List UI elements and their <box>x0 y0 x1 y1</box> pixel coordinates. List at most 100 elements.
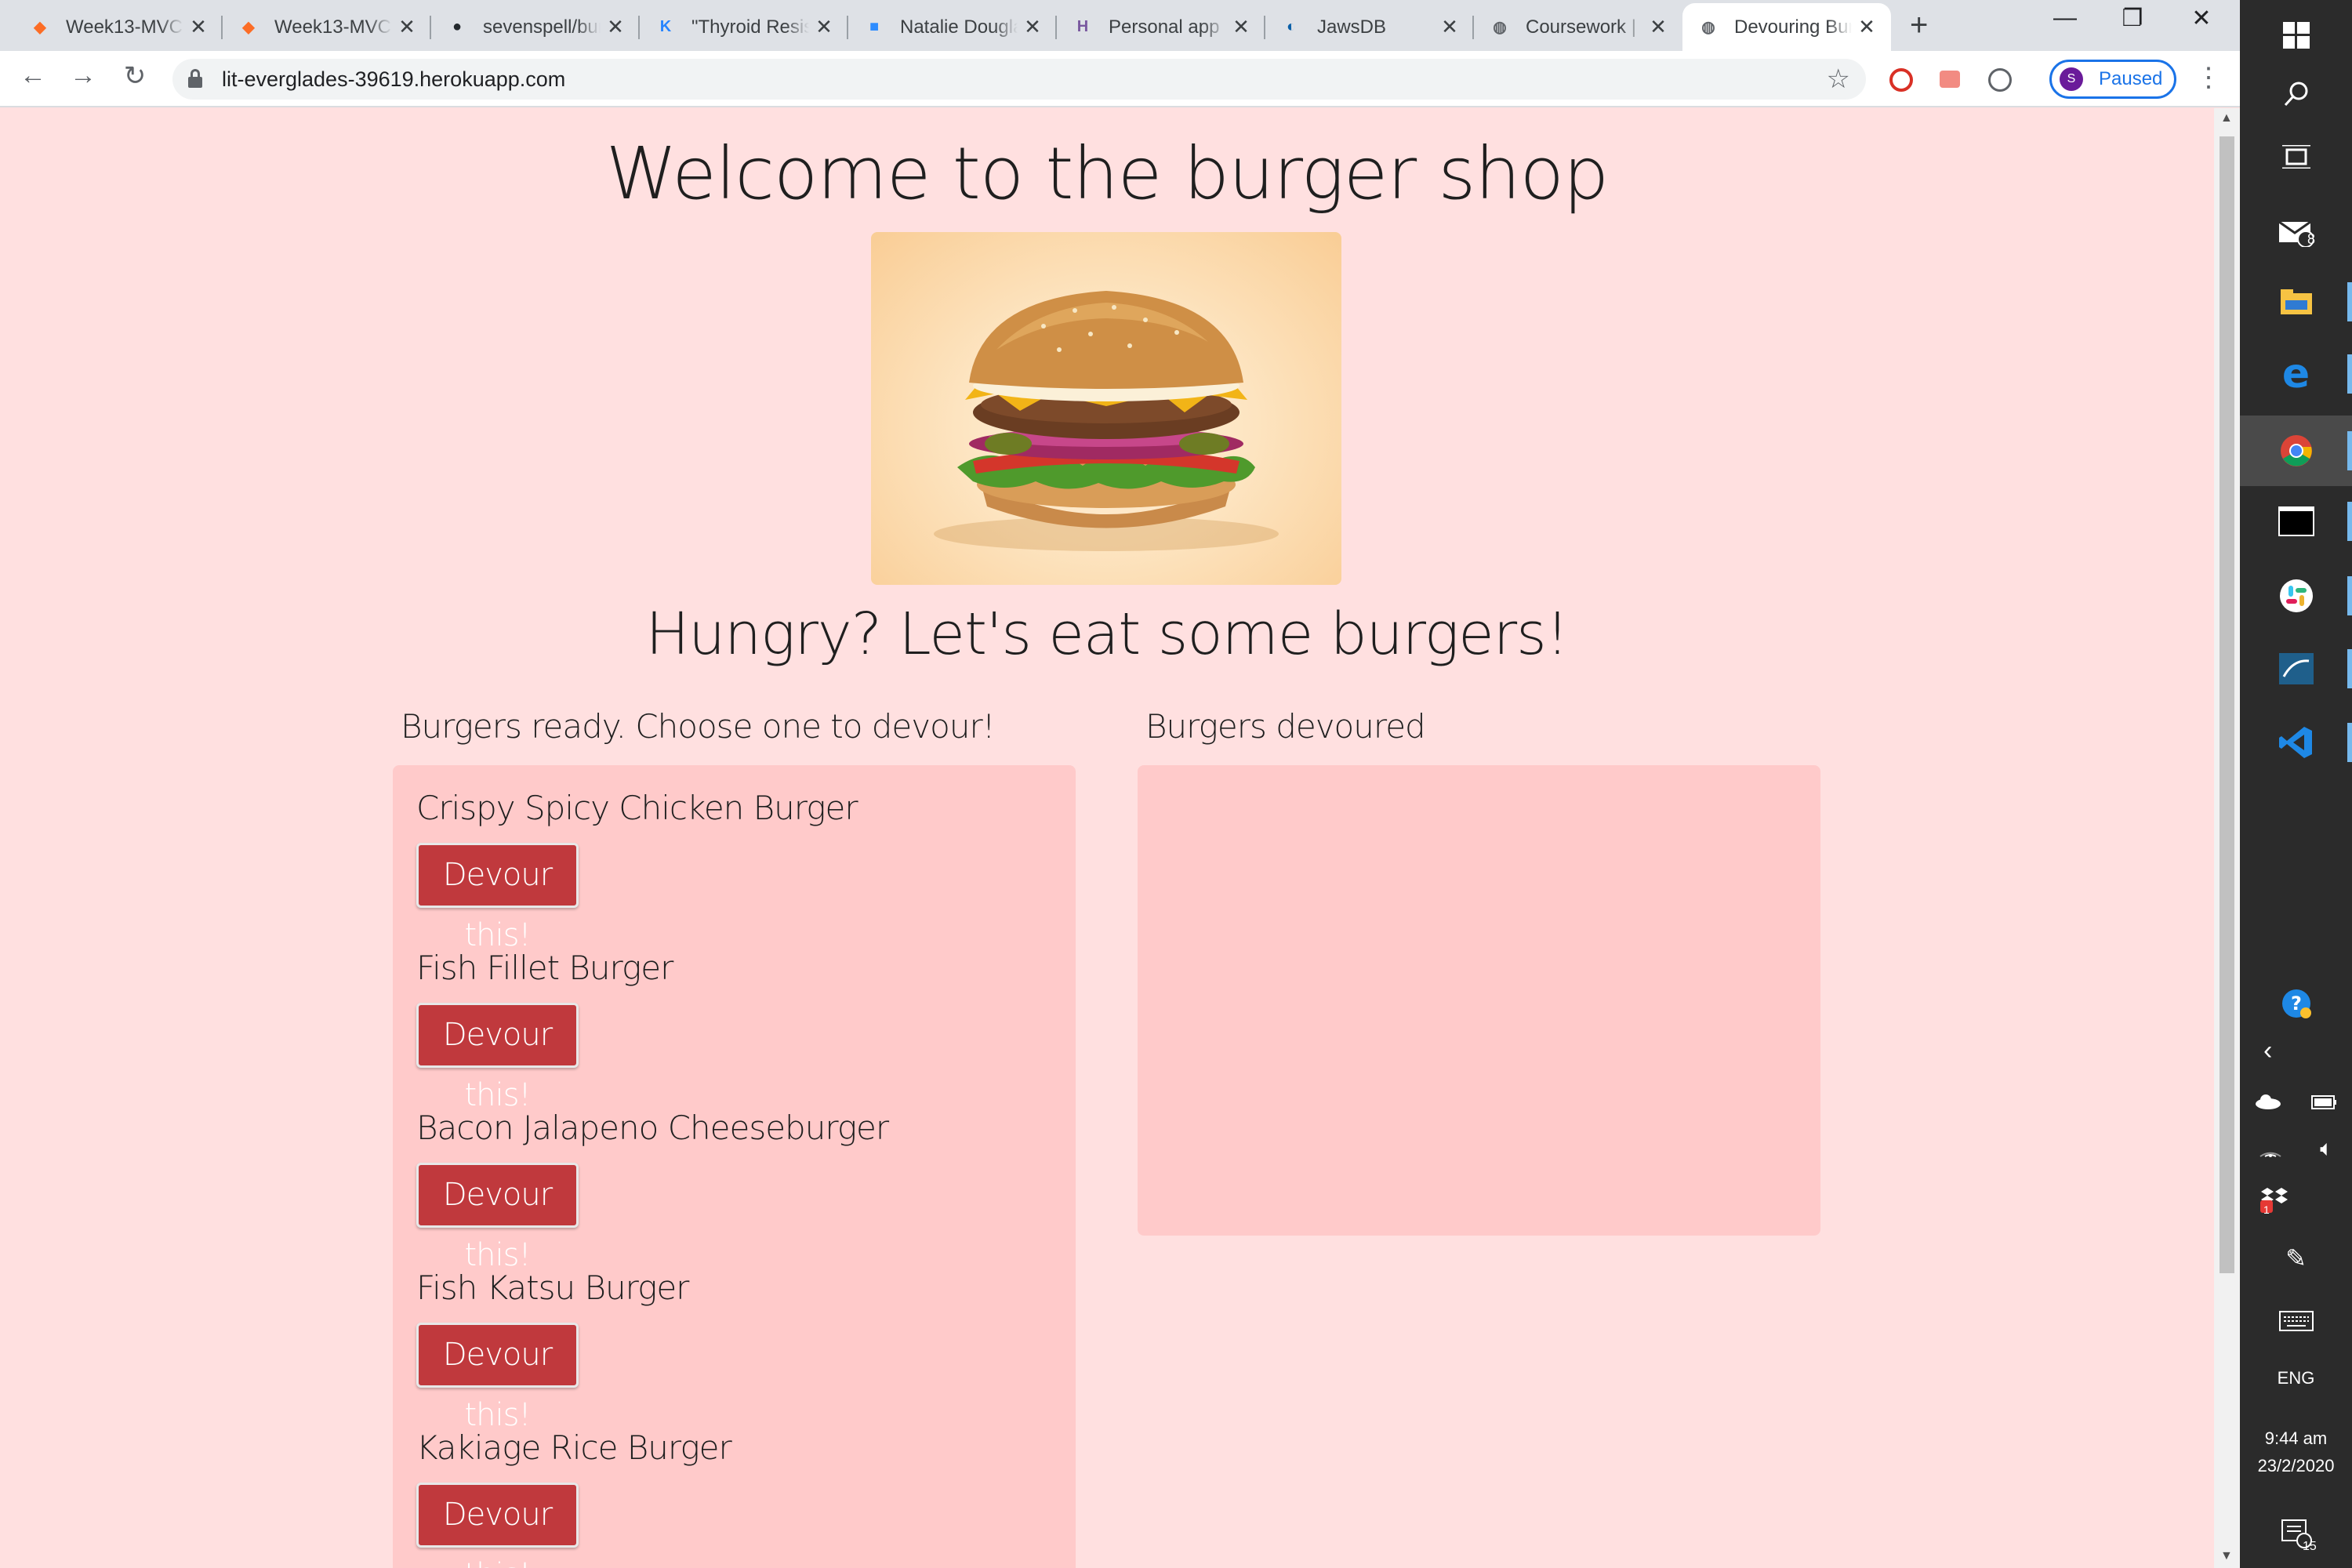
browser-tab[interactable]: ● sevenspell/burger✕ <box>431 3 640 51</box>
close-tab-icon[interactable]: ✕ <box>1648 15 1668 39</box>
burger-name: Bacon Jalapeno Cheeseburger <box>416 1109 889 1147</box>
devour-button[interactable]: Devour this! <box>416 843 579 953</box>
browser-toolbar: ← → ↻ lit-everglades-39619.herokuapp.com… <box>0 51 2240 107</box>
close-tab-icon[interactable]: ✕ <box>814 15 834 39</box>
globe-icon: ◍ <box>1493 19 1507 36</box>
volume-icon[interactable]: 🔈︎ <box>2320 1136 2333 1162</box>
clock-time[interactable]: 9:44 am <box>2240 1428 2352 1449</box>
browser-tab[interactable]: ◐ JawsDB ✕ <box>1265 3 1474 51</box>
close-tab-icon[interactable]: ✕ <box>1022 15 1043 39</box>
avatar: S <box>2060 67 2083 91</box>
onedrive-icon[interactable] <box>2255 1094 2281 1109</box>
jawsdb-icon: ◐ <box>1286 18 1297 35</box>
tab-title: Personal app <box>1109 16 1220 38</box>
battery-icon[interactable] <box>2310 1093 2337 1110</box>
scroll-down-arrow[interactable]: ▼ <box>2220 1549 2233 1563</box>
devour-button[interactable]: Devour this! <box>416 1163 579 1273</box>
new-tab-button[interactable]: + <box>1910 8 1928 43</box>
github-icon: ● <box>452 18 463 35</box>
terminal-icon[interactable] <box>2240 486 2352 557</box>
minimize-button[interactable]: — <box>2034 5 2096 31</box>
reload-button[interactable]: ↻ <box>116 60 154 92</box>
browser-window: ◆Week13-MVC✕◆Week13-MVC✕●sevenspell/burg… <box>0 0 2240 1568</box>
file-explorer-icon[interactable] <box>2240 267 2352 337</box>
burger-item: Fish Fillet Burger Devour this! <box>416 949 673 1113</box>
burger-name: Kakiage Rice Burger <box>416 1428 732 1467</box>
extension-puzzle-icon[interactable] <box>1940 71 1960 88</box>
globe-icon: ◍ <box>1701 19 1715 36</box>
browser-menu-button[interactable]: ⋮ <box>2195 62 2222 93</box>
tab-title: Week13-MVC <box>66 16 183 38</box>
close-tab-icon[interactable]: ✕ <box>188 15 209 39</box>
browser-tab[interactable]: ◍ Devouring Burgers✕ <box>1682 3 1891 51</box>
profile-status: Paused <box>2099 68 2163 89</box>
mail-icon[interactable]: 8 <box>2240 196 2352 267</box>
touch-keyboard-icon[interactable] <box>2240 1286 2352 1356</box>
back-button[interactable]: ← <box>14 60 52 91</box>
page-scrollbar[interactable]: ▲ ▼ <box>2214 108 2240 1568</box>
browser-tab[interactable]: ◆ Week13-MVC ✕ <box>14 3 223 51</box>
burger-item: Fish Katsu Burger Devour this! <box>416 1269 689 1433</box>
browser-tab[interactable]: K "Thyroid Resistance✕ <box>640 3 848 51</box>
task-view-icon[interactable] <box>2240 122 2352 192</box>
forward-button[interactable]: → <box>64 60 102 91</box>
browser-tab[interactable]: ◆ Week13-MVC ✕ <box>223 3 431 51</box>
close-window-button[interactable]: ✕ <box>2170 5 2233 32</box>
devour-button[interactable]: Devour this! <box>416 1323 579 1433</box>
address-bar[interactable]: lit-everglades-39619.herokuapp.com ☆ <box>172 59 1866 100</box>
gitlab-icon: ◆ <box>242 19 255 36</box>
search-icon[interactable] <box>2240 59 2352 129</box>
vscode-icon[interactable] <box>2240 707 2352 778</box>
close-tab-icon[interactable]: ✕ <box>1857 15 1877 39</box>
burgers-ready-panel: Crispy Spicy Chicken Burger Devour this! F… <box>393 765 1076 1568</box>
close-tab-icon[interactable]: ✕ <box>1231 15 1251 39</box>
page-title: Welcome to the burger shop <box>605 132 1610 216</box>
restore-button[interactable]: ❐ <box>2101 5 2164 32</box>
devour-button[interactable]: Devour this! <box>416 1003 579 1113</box>
clock-date[interactable]: 23/2/2020 <box>2240 1456 2352 1476</box>
action-center-icon[interactable]: 15 <box>2240 1497 2352 1568</box>
chrome-icon[interactable] <box>2240 416 2352 486</box>
devour-button[interactable]: Devour this! <box>416 1483 579 1568</box>
ready-heading: Burgers ready. Choose one to devour! <box>401 707 996 746</box>
dropbox-badge: 1 <box>2263 1203 2270 1216</box>
edge-browser-icon[interactable]: e <box>2240 339 2352 409</box>
scroll-thumb[interactable] <box>2220 136 2234 1273</box>
lock-icon[interactable] <box>188 69 202 88</box>
tab-title: sevenspell/burger <box>483 16 601 38</box>
tab-title: Coursework | <box>1526 16 1636 38</box>
svg-text:?: ? <box>2291 993 2302 1014</box>
kanban-icon: K <box>659 18 672 35</box>
tab-title: Week13-MVC <box>274 16 391 38</box>
browser-tab[interactable]: ◍ Coursework | ✕ <box>1474 3 1682 51</box>
burger-name: Crispy Spicy Chicken Burger <box>416 789 858 827</box>
tab-title: Devouring Burgers <box>1734 16 1852 38</box>
heroku-icon: H <box>1076 18 1089 35</box>
close-tab-icon[interactable]: ✕ <box>397 15 417 39</box>
bookmark-star-icon[interactable]: ☆ <box>1827 64 1850 95</box>
slack-icon[interactable] <box>2240 561 2352 631</box>
profile-button[interactable]: S Paused <box>2049 60 2176 99</box>
browser-tab[interactable]: H Personal app ✕ <box>1057 3 1265 51</box>
language-indicator[interactable]: ENG <box>2240 1368 2352 1388</box>
burgers-devoured-panel <box>1138 765 1820 1236</box>
burger-name: Fish Katsu Burger <box>416 1269 689 1307</box>
wifi-icon[interactable] <box>2259 1139 2282 1158</box>
tab-strip: ◆Week13-MVC✕◆Week13-MVC✕●sevenspell/burg… <box>0 0 2240 51</box>
burger-item: Crispy Spicy Chicken Burger Devour this! <box>416 789 858 953</box>
gitlab-icon: ◆ <box>34 19 46 36</box>
mysql-workbench-icon[interactable] <box>2240 633 2352 704</box>
extension-code-icon[interactable] <box>1988 68 2012 92</box>
burger-item: Bacon Jalapeno Cheeseburger Devour this! <box>416 1109 889 1273</box>
page-subtitle: Hungry? Let's eat some burgers! <box>645 601 1570 668</box>
tab-title: Natalie Douglas <box>900 16 1018 38</box>
pen-workspace-icon[interactable]: ✎ <box>2240 1223 2352 1294</box>
url-text[interactable]: lit-everglades-39619.herokuapp.com <box>222 67 565 92</box>
adblock-extension-icon[interactable] <box>1889 68 1913 92</box>
close-tab-icon[interactable]: ✕ <box>1439 15 1460 39</box>
burger-name: Fish Fillet Burger <box>416 949 673 987</box>
browser-tab[interactable]: ■ Natalie Douglas✕ <box>848 3 1057 51</box>
close-tab-icon[interactable]: ✕ <box>605 15 626 39</box>
scroll-up-arrow[interactable]: ▲ <box>2220 111 2233 125</box>
tab-title: "Thyroid Resistance <box>691 16 809 38</box>
